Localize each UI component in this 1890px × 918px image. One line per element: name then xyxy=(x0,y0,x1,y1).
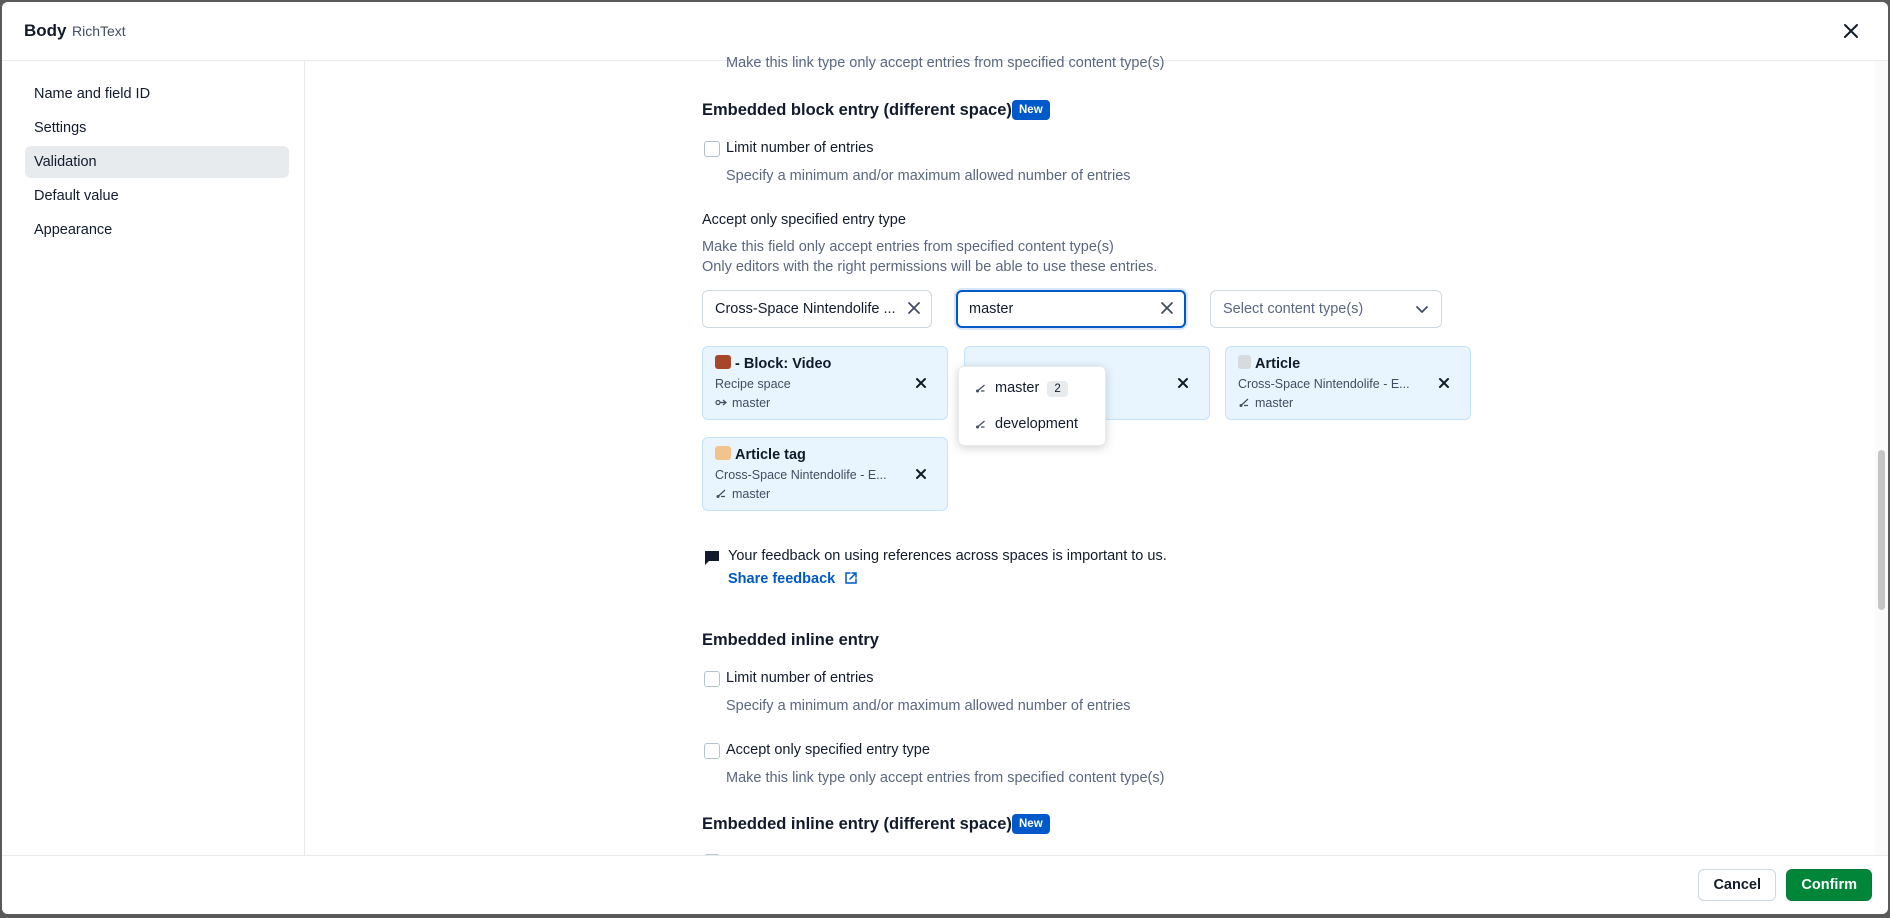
card-environment: master xyxy=(1238,396,1293,410)
close-icon[interactable] xyxy=(1840,20,1862,42)
card-space: Recipe space xyxy=(715,377,791,391)
option-label: development xyxy=(995,416,1079,432)
environment-input[interactable]: master xyxy=(956,290,1186,328)
card-environment: master xyxy=(715,396,770,410)
sidebar-item-settings[interactable]: Settings xyxy=(25,112,289,144)
accept-entry-type-help: Make this field only accept entries from… xyxy=(702,239,1114,255)
modal-subtitle: RichText xyxy=(72,23,126,39)
content-type-card: Article Cross-Space Nintendolife - E... … xyxy=(1225,346,1471,420)
section-title-inline-different-space: Embedded inline entry (different space) xyxy=(702,815,1012,833)
limit-entries-checkbox[interactable] xyxy=(704,671,720,687)
remove-icon[interactable] xyxy=(913,375,929,391)
card-space: Cross-Space Nintendolife - E... xyxy=(715,468,887,482)
cancel-button[interactable]: Cancel xyxy=(1698,869,1776,901)
sidebar-item-name-and-field-id[interactable]: Name and field ID xyxy=(25,78,289,110)
chat-icon xyxy=(705,551,719,565)
option-label: master xyxy=(995,380,1040,396)
card-env-text: master xyxy=(1255,396,1294,410)
card-title-text: - Block: Video xyxy=(735,356,832,372)
card-title-text: Article tag xyxy=(735,447,806,463)
card-title: Article xyxy=(1238,355,1300,372)
scrollbar-thumb[interactable] xyxy=(1878,450,1885,610)
remove-icon[interactable] xyxy=(1436,375,1452,391)
dropdown-option-development[interactable]: development xyxy=(975,416,1078,432)
branch-icon xyxy=(716,489,726,498)
card-title-text: Article xyxy=(1255,356,1301,372)
environment-alias-icon xyxy=(715,399,727,406)
meat-emoji-icon xyxy=(715,355,731,369)
remove-icon[interactable] xyxy=(1175,375,1191,391)
document-emoji-icon xyxy=(1238,355,1251,369)
clear-icon[interactable] xyxy=(905,299,923,317)
limit-entries-label: Limit number of entries xyxy=(726,670,874,686)
space-select-value: Cross-Space Nintendolife ... xyxy=(715,301,896,317)
remove-icon[interactable] xyxy=(913,466,929,482)
clear-icon[interactable] xyxy=(1158,299,1176,317)
tag-emoji-icon xyxy=(715,446,731,460)
card-env-text: master xyxy=(732,487,771,501)
sidebar-item-default-value[interactable]: Default value xyxy=(25,180,289,212)
accept-entry-type-checkbox[interactable] xyxy=(704,743,720,759)
sidebar-item-appearance[interactable]: Appearance xyxy=(25,214,289,246)
new-badge: New xyxy=(1012,814,1050,834)
card-space: Cross-Space Nintendolife - E... xyxy=(1238,377,1410,391)
sidebar-item-label: Appearance xyxy=(34,222,113,238)
sidebar-item-label: Name and field ID xyxy=(34,86,151,102)
external-link-icon xyxy=(844,572,857,584)
share-feedback-link[interactable]: Share feedback xyxy=(728,570,858,588)
field-settings-modal: Body RichText Name and field ID Settings… xyxy=(2,2,1888,914)
accept-entry-type-label: Accept only specified entry type xyxy=(726,742,930,758)
content-type-placeholder: Select content type(s) xyxy=(1223,301,1364,317)
card-title: - Block: Video xyxy=(715,355,831,372)
permissions-help: Only editors with the right permissions … xyxy=(702,259,1158,275)
environment-input-value: master xyxy=(969,301,1014,317)
card-env-text: master xyxy=(732,396,771,410)
modal-header: Body RichText xyxy=(2,2,1888,61)
feedback-text: Your feedback on using references across… xyxy=(728,548,1167,564)
card-title: Article tag xyxy=(715,446,806,463)
content-type-card: - Block: Video Recipe space master xyxy=(702,346,948,420)
chevron-down-icon xyxy=(1416,306,1428,313)
branch-icon xyxy=(976,384,985,393)
accept-entry-type-label: Accept only specified entry type xyxy=(702,212,906,228)
new-badge: New xyxy=(1012,100,1050,120)
dropdown-option-master[interactable]: master 2 xyxy=(975,380,1068,397)
section-title-inline: Embedded inline entry xyxy=(702,631,879,649)
sidebar-item-label: Validation xyxy=(34,154,97,170)
confirm-button[interactable]: Confirm xyxy=(1786,869,1872,901)
sidebar-item-label: Settings xyxy=(34,120,87,136)
limit-entries-label: Limit number of entries xyxy=(726,140,874,156)
space-select[interactable]: Cross-Space Nintendolife ... xyxy=(702,290,932,328)
modal-title: Body xyxy=(24,21,67,40)
share-feedback-label: Share feedback xyxy=(728,571,836,587)
limit-entries-help: Specify a minimum and/or maximum allowed… xyxy=(726,168,1131,184)
card-environment: master xyxy=(715,487,770,501)
branch-icon xyxy=(976,420,985,429)
branch-icon xyxy=(1239,398,1249,407)
limit-entries-help: Specify a minimum and/or maximum allowed… xyxy=(726,698,1131,714)
settings-sidebar: Name and field ID Settings Validation De… xyxy=(2,61,305,859)
sidebar-item-label: Default value xyxy=(34,188,119,204)
environment-dropdown: master 2 development xyxy=(958,366,1106,446)
sidebar-item-validation[interactable]: Validation xyxy=(25,146,289,178)
section-title-block-different-space: Embedded block entry (different space) xyxy=(702,101,1012,119)
content-type-select[interactable]: Select content type(s) xyxy=(1210,290,1442,328)
content-type-card: Article tag Cross-Space Nintendolife - E… xyxy=(702,437,948,511)
accept-entry-type-help: Make this link type only accept entries … xyxy=(726,770,1165,786)
limit-entries-checkbox[interactable] xyxy=(704,141,720,157)
help-text: Make this link type only accept entries … xyxy=(726,55,1165,71)
option-count: 2 xyxy=(1047,381,1068,397)
modal-footer: Cancel Confirm xyxy=(2,855,1888,914)
